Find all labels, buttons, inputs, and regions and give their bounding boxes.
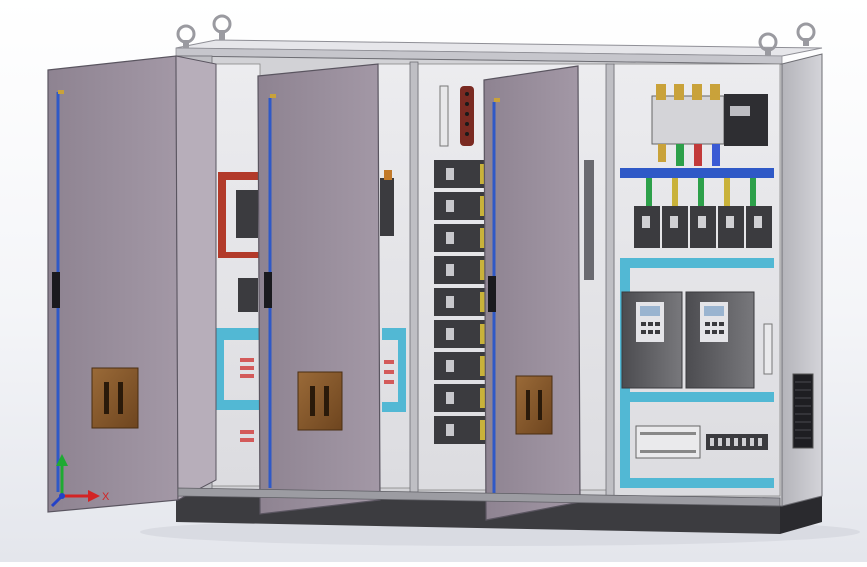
cad-viewport: X xyxy=(0,0,867,562)
busbar xyxy=(620,168,774,178)
lifting-eye xyxy=(796,22,816,42)
breaker xyxy=(238,278,258,312)
branch-breaker-row xyxy=(634,206,772,248)
terminal-strip xyxy=(439,85,449,147)
door-handle-plate[interactable] xyxy=(91,367,139,429)
compartment-1-interior xyxy=(211,63,262,487)
breaker xyxy=(236,190,258,238)
compartment-4-interior xyxy=(613,63,781,497)
door-latch[interactable] xyxy=(488,276,496,312)
plc-unit xyxy=(635,425,701,459)
side-vent-louver xyxy=(792,373,814,449)
wire-duct xyxy=(382,328,406,340)
x-axis-label: X xyxy=(102,491,110,503)
lifting-eye xyxy=(212,14,232,34)
door-2[interactable] xyxy=(257,63,381,515)
vfd-drive-2 xyxy=(685,291,755,389)
wire-duct xyxy=(620,258,774,268)
lifting-eye xyxy=(176,24,196,44)
wire-duct xyxy=(216,328,262,340)
cabinet-assembly-drawing: X xyxy=(47,14,860,546)
door-latch[interactable] xyxy=(52,272,60,308)
door-handle-plate[interactable] xyxy=(297,371,343,431)
breaker xyxy=(380,178,394,236)
vfd-drive-1 xyxy=(621,291,683,389)
cabinet-right-side-panel xyxy=(781,53,823,507)
compartment-2-interior xyxy=(377,63,413,489)
door-handle-plate[interactable] xyxy=(515,375,553,435)
door-1[interactable] xyxy=(47,55,217,513)
door-latch[interactable] xyxy=(264,272,272,308)
door-3[interactable] xyxy=(483,65,581,521)
breaker-column xyxy=(434,160,486,444)
